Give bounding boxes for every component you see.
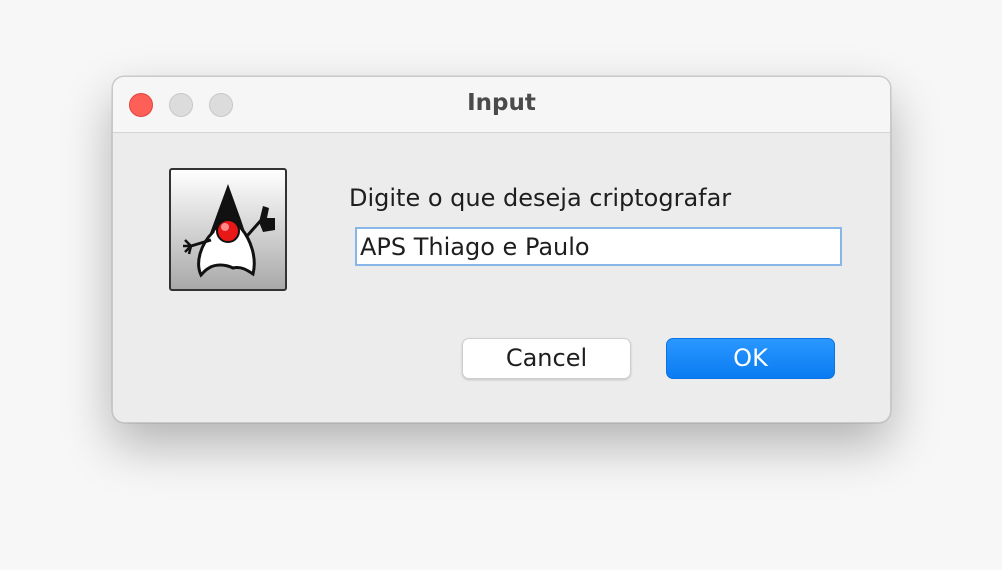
cancel-button[interactable]: Cancel	[462, 338, 631, 379]
ok-button[interactable]: OK	[666, 338, 835, 379]
java-duke-icon	[169, 168, 287, 291]
text-input[interactable]	[355, 227, 842, 266]
input-dialog: Input Digite o que deseja criptografar C…	[112, 76, 891, 423]
prompt-label: Digite o que deseja criptografar	[349, 184, 732, 212]
title-bar[interactable]: Input	[113, 77, 890, 133]
dialog-title: Input	[467, 90, 536, 116]
